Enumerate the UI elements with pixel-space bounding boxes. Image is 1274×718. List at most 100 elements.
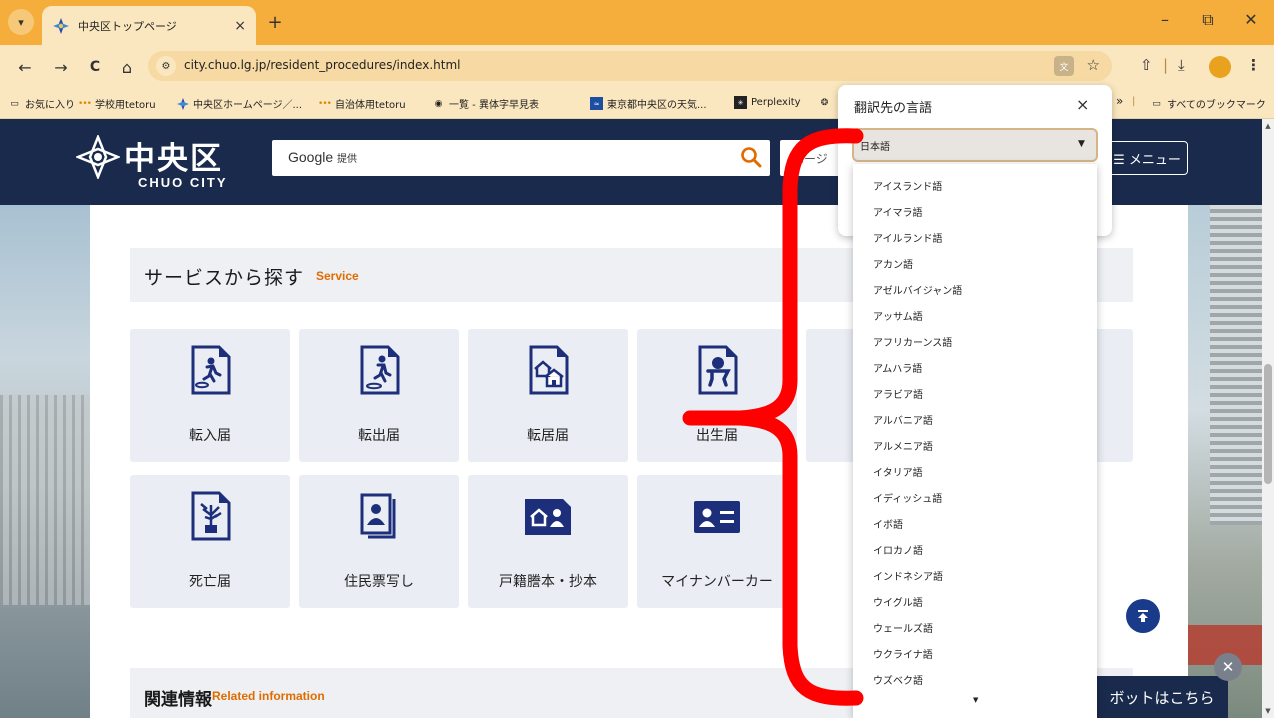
browser-toolbar: ← → C ⌂ ⚙ city.chuo.lg.jp/resident_proce… [0, 45, 1274, 87]
translate-icon[interactable]: 文 [1054, 56, 1074, 76]
back-button[interactable]: ← [14, 56, 36, 78]
relocation-icon [529, 345, 569, 395]
openai-icon: ❂ [820, 97, 829, 108]
bookmarks-overflow-button[interactable]: » [1116, 94, 1123, 108]
toolbar-divider: | [1163, 56, 1169, 74]
scroll-more-icon[interactable]: ▼ [973, 696, 978, 704]
weather-icon: ≈ [590, 97, 603, 110]
language-option[interactable]: アイルランド語 [873, 230, 943, 245]
service-card-move-in[interactable]: 転入届 [130, 329, 290, 462]
extensions-icon[interactable]: ⇧ [1140, 56, 1153, 74]
bookmarks-divider: | [1132, 96, 1136, 107]
scrollbar-thumb[interactable] [1264, 364, 1272, 484]
site-info-icon[interactable]: ⚙ [156, 56, 176, 76]
bookmark-folder-icon: ▭ [1152, 98, 1161, 109]
close-window-button[interactable]: ✕ [1236, 10, 1266, 29]
scroll-to-top-button[interactable] [1126, 599, 1160, 633]
service-label: 住民票写し [344, 574, 414, 590]
address-bar[interactable]: ⚙ city.chuo.lg.jp/resident_procedures/in… [148, 51, 1112, 81]
language-option[interactable]: アフリカーンス語 [873, 334, 952, 349]
bookmark-extra[interactable]: ❂ [818, 96, 835, 109]
language-option[interactable]: アイマラ語 [873, 204, 923, 219]
move-out-icon [360, 345, 400, 395]
resident-card-icon [360, 493, 396, 539]
dialog-title: 翻訳先の言語 [854, 101, 933, 116]
bookmark-tetoru-municipal[interactable]: ••• 自治体用tetoru [318, 96, 406, 112]
chuo-logo-icon[interactable] [76, 135, 120, 179]
chuo-favicon-icon [176, 97, 189, 110]
service-card-death[interactable]: 死亡届 [130, 475, 290, 608]
service-label: 死亡届 [189, 574, 231, 590]
bookmark-itaiji[interactable]: ◉ 一覧 - 異体字早見表 [432, 96, 539, 112]
profile-avatar-icon[interactable] [1209, 56, 1231, 78]
language-option[interactable]: アイスランド語 [873, 178, 942, 193]
tetoru-icon: ••• [78, 98, 92, 109]
minimize-button[interactable]: – [1150, 10, 1180, 29]
language-option[interactable]: アッサム語 [873, 308, 923, 323]
language-option[interactable]: インドネシア語 [873, 568, 943, 583]
language-option[interactable]: アゼルバイジャン語 [873, 282, 962, 297]
perplexity-icon: ✳ [734, 96, 747, 109]
site-logo-english: CHUO CITY [138, 175, 228, 190]
language-option[interactable]: ウイグル語 [873, 594, 923, 609]
chuo-favicon-icon [52, 17, 70, 35]
reload-button[interactable]: C [84, 56, 106, 78]
service-card-resident-certificate[interactable]: 住民票写し [299, 475, 459, 608]
language-option[interactable]: ウェールズ語 [873, 620, 933, 635]
all-bookmarks-button[interactable]: ▭ すべてのブックマーク [1150, 96, 1266, 112]
language-option[interactable]: アラビア語 [873, 386, 923, 401]
home-button[interactable]: ⌂ [116, 56, 138, 78]
service-label: 転入届 [189, 428, 231, 444]
scroll-down-arrow-icon[interactable]: ▼ [1262, 707, 1274, 715]
bookmark-star-icon[interactable]: ☆ [1087, 56, 1100, 74]
language-option[interactable]: イロカノ語 [873, 542, 923, 557]
bookmark-favorites[interactable]: ▭ お気に入り [8, 96, 75, 112]
site-menu-button[interactable]: ☰ メニュー [1106, 141, 1188, 175]
service-label: 戸籍謄本・抄本 [499, 574, 597, 590]
tab-close-icon[interactable]: × [234, 18, 246, 34]
forward-button[interactable]: → [50, 56, 72, 78]
chatbot-button[interactable]: ボットはこちら [1082, 676, 1228, 718]
background-bridge-photo [0, 205, 90, 718]
language-option[interactable]: アムハラ語 [873, 360, 922, 375]
chatbot-close-icon[interactable]: ✕ [1214, 653, 1242, 681]
service-card-move-out[interactable]: 転出届 [299, 329, 459, 462]
search-placeholder: Google 提供 [288, 149, 358, 165]
section-title-english: Service [316, 269, 359, 283]
language-option[interactable]: イディッシュ語 [873, 490, 942, 505]
service-card-relocation[interactable]: 転居届 [468, 329, 628, 462]
browser-tab-active[interactable]: 中央区トップページ × [42, 6, 256, 45]
language-option[interactable]: アルバニア語 [873, 412, 933, 427]
scroll-up-arrow-icon[interactable]: ▲ [1262, 122, 1274, 130]
language-dropdown-list[interactable]: アイスランド語 アイマラ語 アイルランド語 アカン語 アゼルバイジャン語 アッサ… [853, 164, 1097, 718]
language-option[interactable]: ウズベク語 [873, 672, 923, 687]
page-scrollbar[interactable]: ▲ ▼ [1262, 119, 1274, 718]
target-language-select[interactable]: 日本語 ▼ [852, 128, 1098, 162]
language-option[interactable]: アルメニア語 [873, 438, 933, 453]
related-title-english: Related information [212, 689, 325, 703]
red-bracket-annotation [682, 128, 864, 706]
language-option[interactable]: イタリア語 [873, 464, 923, 479]
url-text[interactable]: city.chuo.lg.jp/resident_procedures/inde… [184, 58, 460, 72]
downloads-icon[interactable]: ⤓ [1178, 56, 1185, 74]
service-label: 転居届 [527, 428, 569, 444]
background-city-photo [1188, 205, 1262, 718]
new-tab-button[interactable]: + [264, 11, 286, 33]
death-icon [191, 491, 231, 541]
tab-search-button[interactable]: ▾ [8, 9, 34, 35]
globe-icon: ◉ [434, 98, 443, 109]
language-option[interactable]: ウクライナ語 [873, 646, 933, 661]
site-logo-text[interactable]: 中央区 [124, 133, 223, 178]
service-card-family-register[interactable]: 戸籍謄本・抄本 [468, 475, 628, 608]
browser-menu-icon[interactable]: ⋮ [1246, 56, 1261, 74]
move-in-icon [191, 345, 231, 395]
section-title: サービスから探す [144, 267, 305, 289]
bookmark-chuo-homepage[interactable]: 中央区ホームページ／... [176, 96, 302, 111]
bookmark-perplexity[interactable]: ✳ Perplexity [734, 96, 801, 109]
dialog-close-icon[interactable]: × [1076, 95, 1089, 114]
bookmark-weather[interactable]: ≈ 東京都中央区の天気... [590, 96, 707, 111]
browser-titlebar: ▾ 中央区トップページ × + – ⧉ ✕ [0, 0, 1274, 45]
restore-button[interactable]: ⧉ [1193, 10, 1223, 30]
service-label: 転出届 [358, 428, 400, 444]
bookmark-tetoru-school[interactable]: ••• 学校用tetoru [78, 96, 156, 112]
